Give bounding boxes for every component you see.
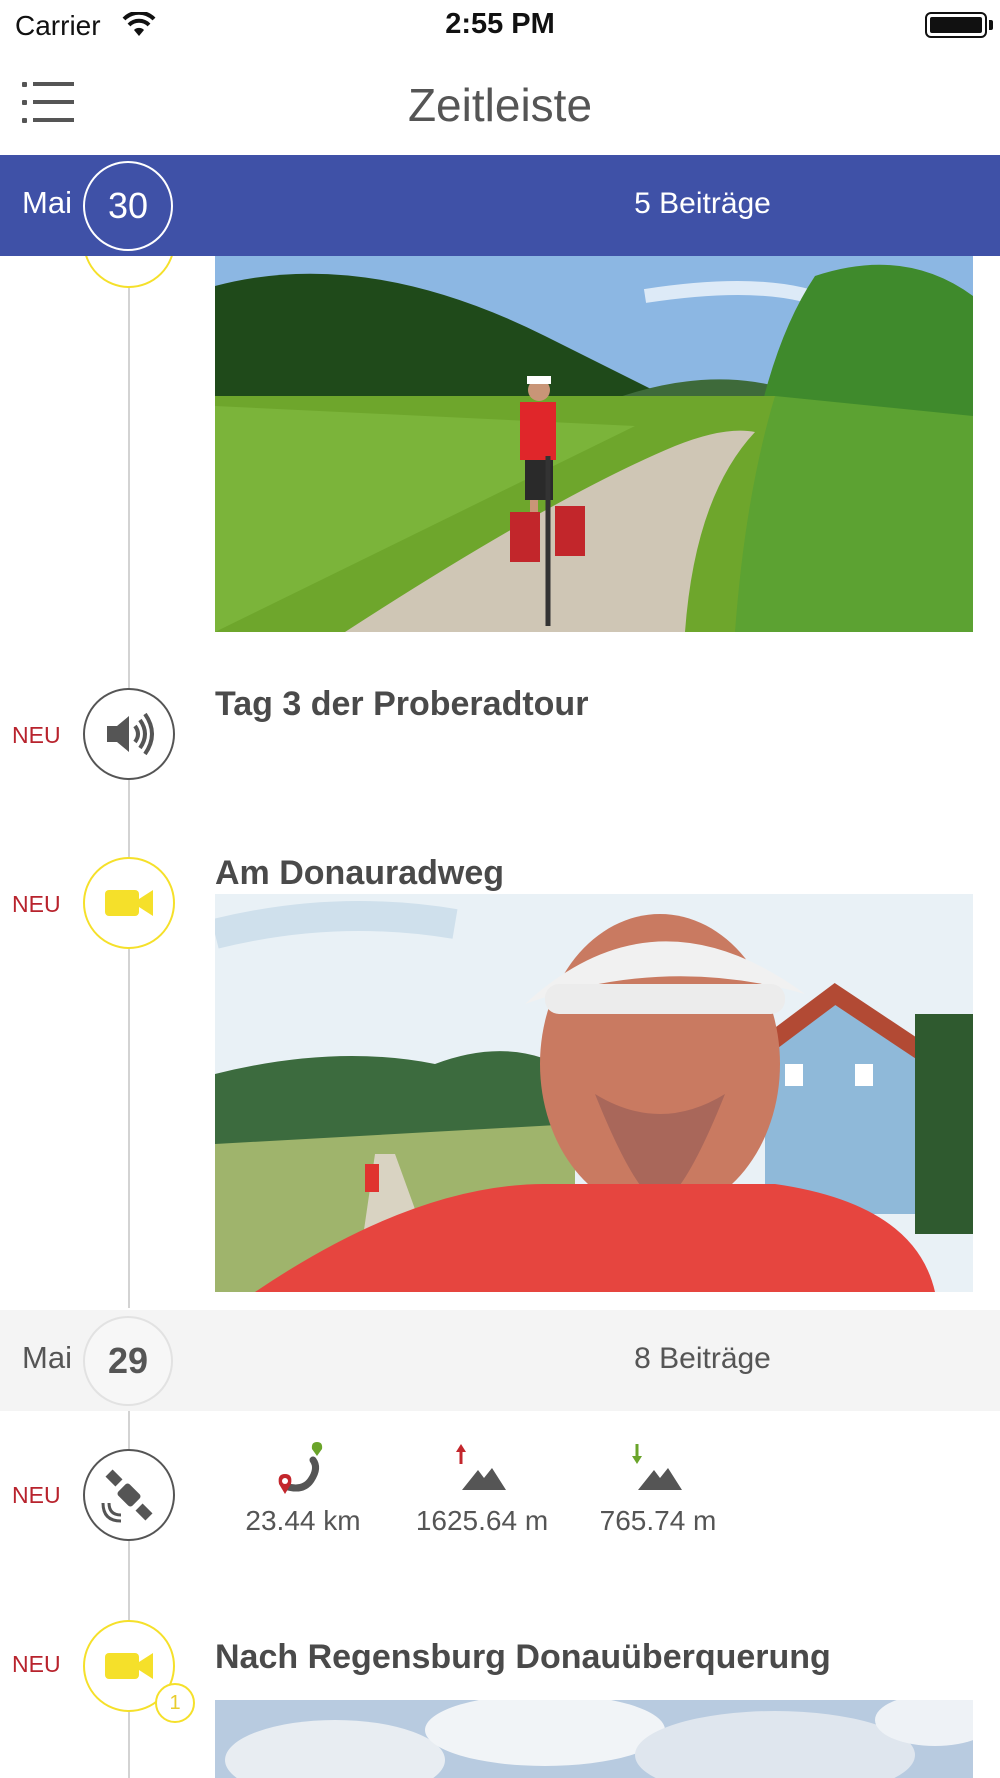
satellite-icon[interactable] (83, 1449, 175, 1541)
battery-tip (989, 20, 993, 30)
post-count: 8 Beiträge (634, 1342, 771, 1375)
day-number-badge: 29 (83, 1316, 173, 1406)
entry-image-cyclist[interactable] (215, 256, 973, 632)
ascent-stat: 1625.64 m (410, 1440, 554, 1537)
navigation-bar: Zeitleiste (0, 50, 1000, 155)
distance-stat: 23.44 km (240, 1440, 366, 1537)
entry-video-thumbnail[interactable] (215, 894, 973, 1292)
entry-video-thumbnail[interactable] (215, 1700, 973, 1778)
ascent-icon (456, 1444, 506, 1490)
descent-stat: 765.74 m (592, 1440, 724, 1537)
distance-value: 23.44 km (245, 1505, 361, 1536)
descent-value: 765.74 m (599, 1505, 717, 1536)
cyclist-photo (215, 256, 973, 632)
battery-icon (925, 12, 987, 38)
day-header-may-29[interactable]: Mai 29 8 Beiträge (0, 1310, 1000, 1411)
comment-count-badge: 1 (155, 1683, 195, 1723)
new-badge: NEU (12, 891, 61, 917)
day-header-may-30[interactable]: Mai 30 5 Beiträge (0, 155, 1000, 256)
descent-icon (632, 1444, 682, 1490)
page-title: Zeitleiste (407, 79, 593, 131)
timeline-line (128, 256, 130, 1308)
video-camera-icon[interactable] (83, 857, 175, 949)
sky-photo (215, 1700, 973, 1778)
entry-title[interactable]: Tag 3 der Proberadtour (215, 685, 588, 724)
day-number-badge: 30 (83, 161, 173, 251)
day-month: Mai (22, 185, 72, 220)
new-badge: NEU (12, 1651, 61, 1677)
selfie-photo (215, 894, 973, 1292)
ascent-value: 1625.64 m (415, 1505, 549, 1536)
post-count: 5 Beiträge (634, 187, 771, 220)
new-badge: NEU (12, 1482, 61, 1508)
status-clock: 2:55 PM (445, 8, 555, 40)
entry-title[interactable]: Nach Regensburg Donauüberquerung (215, 1638, 831, 1677)
route-icon (278, 1442, 323, 1494)
new-badge: NEU (12, 722, 61, 748)
status-bar: Carrier 2:55 PM (0, 0, 1000, 50)
speaker-icon[interactable] (83, 688, 175, 780)
day-month: Mai (22, 1340, 72, 1375)
entry-title[interactable]: Am Donauradweg (215, 854, 504, 893)
